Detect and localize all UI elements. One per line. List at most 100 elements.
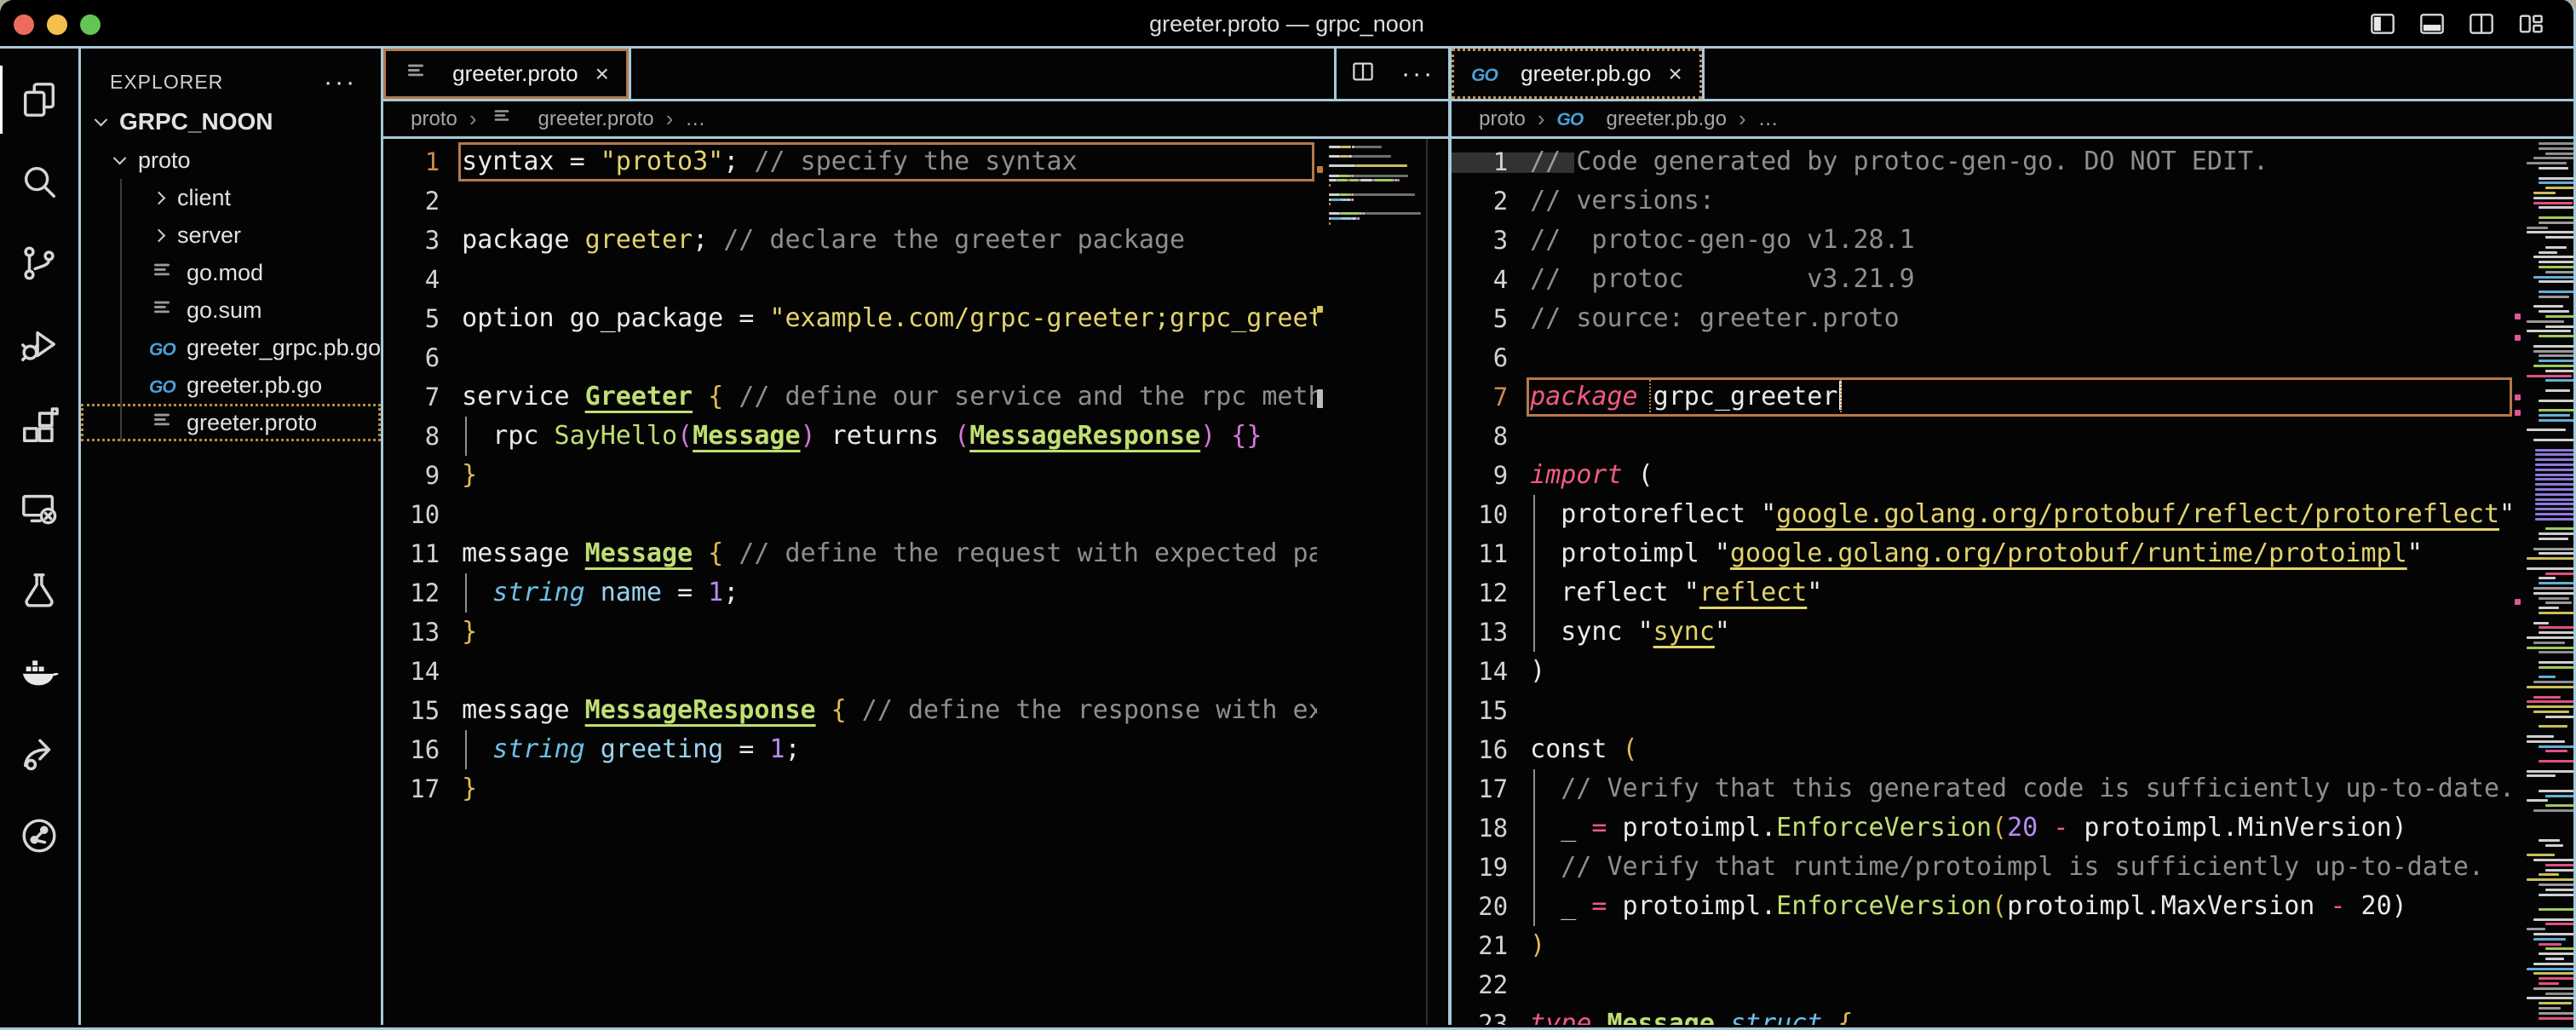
minimap[interactable] [2523,139,2576,1025]
activity-explorer-icon[interactable] [0,59,80,141]
toggle-sidebar-icon[interactable] [2366,8,2400,40]
breadcrumb-folder[interactable]: proto [1479,107,1526,131]
chevron-down-icon [113,151,127,164]
code-line-5[interactable]: 5// source: greeter.proto [1452,299,2515,338]
code-line-12[interactable]: 12 reflect "reflect" [1452,573,2515,613]
activity-search-icon[interactable] [0,141,80,222]
activity-network-icon[interactable] [0,795,80,877]
code-line-6[interactable]: 6 [383,338,1317,377]
editor-group-left: greeter.proto × ··· proto › greeter.prot… [383,49,1452,1025]
breadcrumb-symbol[interactable]: … [1758,107,1779,131]
code-line-3[interactable]: 3// protoc-gen-go v1.28.1 [1452,221,2515,260]
tab-separator [629,49,631,99]
code-line-1[interactable]: 1syntax = "proto3"; // specify the synta… [383,142,1317,181]
tree-item-greeter-grpc-pb-go[interactable]: GOgreeter_grpc.pb.go [81,329,381,366]
overview-decorations [1317,139,1325,1025]
activity-source-control-icon[interactable] [0,222,80,304]
code-line-7[interactable]: 7package grpc_greeter [1452,377,2515,417]
close-tab-icon[interactable]: × [595,60,609,88]
toggle-panel-icon[interactable] [2415,8,2449,40]
chevron-down-icon [95,112,108,126]
list-file-icon [149,259,175,287]
code-line-18[interactable]: 18 _ = protoimpl.EnforceVersion(20 - pro… [1452,808,2515,848]
code-line-23[interactable]: 23type Message struct { [1452,1004,2515,1025]
minimap[interactable] [1325,139,1426,1025]
scrollbar[interactable] [1428,139,1448,1025]
tree-item-client[interactable]: client [81,179,381,216]
code-area-proto[interactable]: 1syntax = "proto3"; // specify the synta… [383,139,1317,1025]
tab-greeter-proto[interactable]: greeter.proto × [383,49,629,99]
activity-extensions-icon[interactable] [0,386,80,468]
code-line-7[interactable]: 7service Greeter { // define our service… [383,377,1317,417]
breadcrumb: proto › GO greeter.pb.go › … [1452,101,2576,139]
split-editor-layout-icon[interactable] [2464,8,2498,40]
code-line-13[interactable]: 13} [383,613,1317,652]
tree-item-proto[interactable]: proto [81,141,381,179]
code-line-5[interactable]: 5option go_package = "example.com/grpc-g… [383,299,1317,338]
code-line-14[interactable]: 14 [383,652,1317,691]
breadcrumb-folder[interactable]: proto [411,107,457,131]
code-line-4[interactable]: 4// protoc v3.21.9 [1452,260,2515,299]
tree-item-server[interactable]: server [81,216,381,254]
code-line-13[interactable]: 13 sync "sync" [1452,613,2515,652]
code-line-3[interactable]: 3package greeter; // declare the greeter… [383,221,1317,260]
code-line-19[interactable]: 19 // Verify that runtime/protoimpl is s… [1452,848,2515,887]
overview-decorations [2515,139,2523,1025]
code-line-15[interactable]: 15 [1452,691,2515,730]
vscode-window: greeter.proto — grpc_noon [0,0,2576,1030]
go-file-icon: GO [1557,107,1583,131]
code-line-6[interactable]: 6 [1452,338,2515,377]
explorer-more-actions-icon[interactable]: ··· [324,74,357,91]
code-line-17[interactable]: 17 // Verify that this generated code is… [1452,769,2515,808]
editor-group-right: GO greeter.pb.go × ··· proto › GO greete… [1452,49,2576,1025]
code-line-16[interactable]: 16 string greeting = 1; [383,730,1317,769]
code-line-14[interactable]: 14) [1452,652,2515,691]
code-line-21[interactable]: 21) [1452,926,2515,965]
code-line-15[interactable]: 15message MessageResponse { // define th… [383,691,1317,730]
code-line-2[interactable]: 2 [383,181,1317,221]
activity-testing-icon[interactable] [0,550,80,631]
activity-live-share-icon[interactable] [0,713,80,795]
list-file-icon [489,106,515,132]
breadcrumb-file[interactable]: greeter.proto [538,107,654,131]
activity-run-debug-icon[interactable] [0,304,80,386]
code-line-4[interactable]: 4 [383,260,1317,299]
code-line-9[interactable]: 9import ( [1452,456,2515,495]
tree-item-go-mod[interactable]: go.mod [81,254,381,291]
tab-greeter-pb-go[interactable]: GO greeter.pb.go × [1452,49,1702,99]
window-title: greeter.proto — grpc_noon [0,0,2573,49]
breadcrumb-symbol[interactable]: … [685,107,705,131]
code-line-2[interactable]: 2// versions: [1452,181,2515,221]
code-line-11[interactable]: 11message Message { // define the reques… [383,534,1317,573]
code-line-16[interactable]: 16const ( [1452,730,2515,769]
close-tab-icon[interactable]: × [1668,60,1682,88]
activity-docker-icon[interactable] [0,631,80,713]
list-file-icon [403,60,428,88]
tree-item-go-sum[interactable]: go.sum [81,291,381,329]
split-editor-icon[interactable] [1350,59,1376,89]
code-line-17[interactable]: 17} [383,769,1317,808]
code-line-22[interactable]: 22 [1452,965,2515,1004]
minimap-slider[interactable] [1452,152,1574,173]
chevron-right-icon [152,228,166,242]
customize-layout-icon[interactable] [2514,8,2548,40]
tree-item-greeter-pb-go[interactable]: GOgreeter.pb.go [81,366,381,404]
text-cursor [1839,381,1842,410]
code-line-10[interactable]: 10 [383,495,1317,534]
code-line-9[interactable]: 9} [383,456,1317,495]
code-line-10[interactable]: 10 protoreflect "google.golang.org/proto… [1452,495,2515,534]
code-line-1[interactable]: 1// Code generated by protoc-gen-go. DO … [1452,142,2515,181]
code-area-go[interactable]: 1// Code generated by protoc-gen-go. DO … [1452,139,2515,1025]
tree-item-greeter-proto[interactable]: greeter.proto [81,404,381,441]
explorer-sidebar: EXPLORER ··· GRPC_NOON protoclientserver… [81,49,383,1025]
editor-more-actions-icon[interactable]: ··· [1401,66,1435,83]
code-line-8[interactable]: 8 rpc SayHello(Message) returns (Message… [383,417,1317,456]
code-line-8[interactable]: 8 [1452,417,2515,456]
code-line-20[interactable]: 20 _ = protoimpl.EnforceVersion(protoimp… [1452,887,2515,926]
breadcrumb-file[interactable]: greeter.pb.go [1607,107,1727,131]
list-file-icon [149,296,175,325]
activity-remote-explorer-icon[interactable] [0,468,80,550]
code-line-11[interactable]: 11 protoimpl "google.golang.org/protobuf… [1452,534,2515,573]
tree-root-grpc-noon[interactable]: GRPC_NOON [81,102,381,141]
code-line-12[interactable]: 12 string name = 1; [383,573,1317,613]
